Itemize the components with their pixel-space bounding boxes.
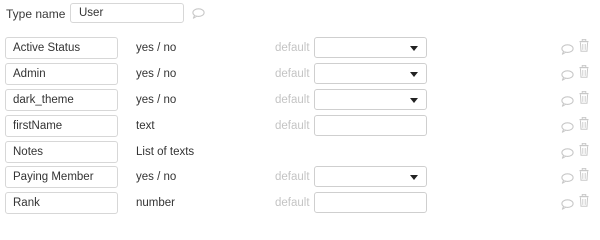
trash-icon[interactable] [579,193,589,212]
default-label: default [275,120,310,132]
field-name-input[interactable]: Notes [5,141,118,163]
comment-icon[interactable] [561,42,574,60]
comment-icon[interactable] [561,171,574,189]
chevron-down-icon [410,98,418,103]
type-name-input[interactable]: User [70,3,184,23]
chevron-down-icon [410,72,418,77]
default-value-dropdown[interactable] [314,37,427,58]
chevron-down-icon [410,175,418,180]
field-name-input[interactable]: Admin [5,63,118,85]
field-name-input[interactable]: firstName [5,115,118,137]
field-type-label: List of texts [136,146,195,158]
default-label: default [275,42,310,54]
field-type-label: yes / no [136,171,177,183]
field-name-input[interactable]: Active Status [5,37,118,59]
field-type-label: yes / no [136,68,177,80]
field-row: Paying Member yes / no default [0,166,600,188]
field-type-label: yes / no [136,42,177,54]
field-name-input[interactable]: dark_theme [5,89,118,111]
chevron-down-icon [410,46,418,51]
comment-icon[interactable] [561,146,574,164]
comment-icon[interactable] [192,8,205,19]
comment-icon[interactable] [561,120,574,138]
trash-icon[interactable] [579,38,589,57]
default-label: default [275,94,310,106]
default-label: default [275,171,310,183]
field-name-input[interactable]: Rank [5,192,118,214]
field-row: Active Status yes / no default [0,37,600,59]
field-type-label: yes / no [136,94,177,106]
default-value-dropdown[interactable] [314,166,427,187]
default-value-dropdown[interactable] [314,63,427,84]
field-row: dark_theme yes / no default [0,89,600,111]
field-type-label: number [136,197,175,209]
type-name-label: Type name [6,7,66,21]
field-row: Notes List of texts [0,141,600,163]
comment-icon[interactable] [561,68,574,86]
comment-icon[interactable] [561,94,574,112]
field-type-label: text [136,120,155,132]
default-value-input[interactable] [314,192,427,213]
trash-icon[interactable] [579,64,589,83]
trash-icon[interactable] [579,167,589,186]
default-label: default [275,197,310,209]
field-name-input[interactable]: Paying Member [5,166,118,188]
trash-icon[interactable] [579,142,589,161]
field-row: Admin yes / no default [0,63,600,85]
comment-icon[interactable] [561,197,574,215]
default-value-input[interactable] [314,115,427,136]
default-value-dropdown[interactable] [314,89,427,110]
default-label: default [275,68,310,80]
trash-icon[interactable] [579,90,589,109]
field-row: firstName text default [0,115,600,137]
trash-icon[interactable] [579,116,589,135]
field-row: Rank number default [0,192,600,214]
